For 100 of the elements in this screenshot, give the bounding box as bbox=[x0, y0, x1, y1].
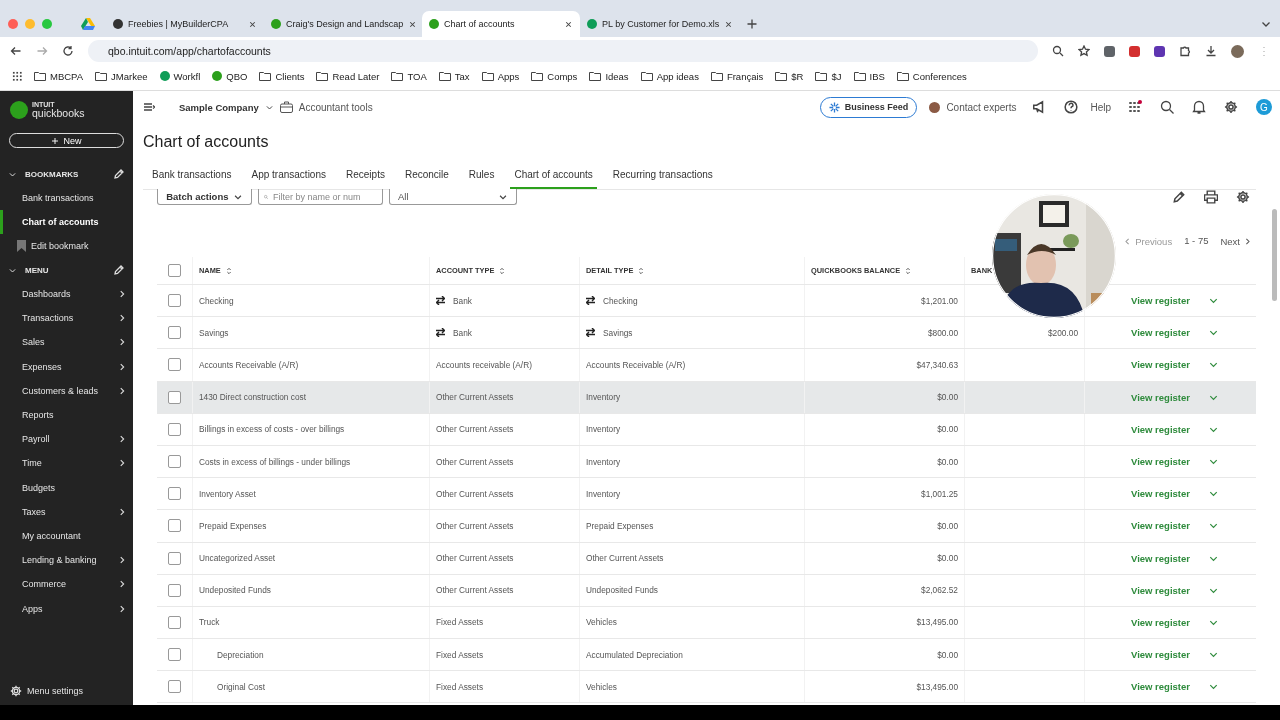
sidebar-item[interactable]: Transactions bbox=[22, 313, 74, 324]
sidebar-item[interactable]: Bank transactions bbox=[0, 186, 133, 210]
address-bar[interactable]: qbo.intuit.com/app/chartofaccounts bbox=[88, 40, 1038, 62]
view-register-link[interactable]: View register bbox=[1131, 520, 1190, 532]
pencil-icon[interactable] bbox=[1172, 190, 1186, 204]
checkbox[interactable] bbox=[168, 487, 181, 501]
close-icon[interactable] bbox=[248, 19, 257, 29]
bookmark[interactable]: Workfl bbox=[159, 70, 201, 82]
page-tab[interactable]: App transactions bbox=[251, 169, 326, 189]
checkbox[interactable] bbox=[168, 358, 181, 372]
next-link[interactable]: Next bbox=[1220, 235, 1252, 247]
bookmark[interactable]: TOA bbox=[391, 70, 427, 82]
bell-icon[interactable] bbox=[1192, 100, 1206, 114]
bookmark[interactable]: Tax bbox=[438, 70, 470, 82]
extension-icon[interactable] bbox=[1104, 45, 1115, 57]
checkbox[interactable] bbox=[168, 264, 181, 277]
browser-tab[interactable]: Freebies | MyBuilderCPA bbox=[106, 11, 264, 37]
sidebar-item[interactable]: My accountant bbox=[22, 530, 81, 541]
help-icon[interactable] bbox=[1064, 100, 1079, 114]
bookmark[interactable]: Ideas bbox=[589, 70, 629, 82]
puzzle-icon[interactable] bbox=[1179, 45, 1191, 57]
bookmark[interactable]: Français bbox=[710, 70, 764, 82]
checkbox[interactable] bbox=[168, 294, 181, 308]
page-tab[interactable]: Rules bbox=[468, 169, 495, 189]
filter-field[interactable]: Filter by name or num bbox=[258, 189, 383, 205]
checkbox[interactable] bbox=[168, 551, 181, 565]
gear-icon[interactable] bbox=[10, 685, 22, 697]
print-icon[interactable] bbox=[1204, 190, 1218, 204]
browser-tab[interactable]: PL by Customer for Demo.xls bbox=[580, 11, 738, 37]
bookmark[interactable]: $J bbox=[815, 70, 842, 82]
accountant-tools-link[interactable]: Accountant tools bbox=[298, 101, 373, 113]
bookmark[interactable]: Clients bbox=[259, 70, 305, 82]
view-register-link[interactable]: View register bbox=[1131, 552, 1190, 564]
bookmark[interactable]: JMarkee bbox=[95, 70, 148, 82]
view-register-link[interactable]: View register bbox=[1131, 359, 1190, 371]
sort-icon[interactable] bbox=[637, 266, 646, 275]
view-register-link[interactable]: View register bbox=[1131, 616, 1190, 628]
sidebar-item[interactable]: Sales bbox=[22, 337, 45, 348]
bookmark[interactable]: $R bbox=[775, 70, 804, 82]
close-icon[interactable] bbox=[724, 19, 734, 29]
apps-grid-icon[interactable] bbox=[1129, 101, 1140, 113]
close-window-button[interactable] bbox=[8, 19, 18, 29]
bookmark[interactable]: IBS bbox=[853, 70, 885, 82]
menu-icon[interactable] bbox=[143, 101, 155, 113]
page-tab[interactable]: Recurring transactions bbox=[612, 169, 713, 189]
back-icon[interactable] bbox=[10, 45, 22, 57]
help-link[interactable]: Help bbox=[1090, 101, 1111, 113]
close-icon[interactable] bbox=[408, 19, 418, 29]
checkbox[interactable] bbox=[168, 615, 181, 629]
sidebar-item[interactable]: Lending & banking bbox=[22, 555, 97, 566]
bookmark[interactable]: QBO bbox=[212, 70, 248, 82]
extension-icon[interactable] bbox=[1154, 45, 1165, 57]
checkbox[interactable] bbox=[168, 422, 181, 436]
checkbox[interactable] bbox=[168, 680, 181, 694]
sidebar-item[interactable]: Taxes bbox=[22, 506, 46, 517]
settings-icon[interactable] bbox=[1224, 100, 1238, 114]
checkbox[interactable] bbox=[168, 583, 181, 597]
settings-icon[interactable] bbox=[1236, 190, 1250, 204]
sort-icon[interactable] bbox=[904, 266, 913, 275]
company-switcher[interactable]: Sample Company bbox=[179, 101, 259, 113]
new-tab-icon[interactable] bbox=[746, 18, 758, 30]
business-feed-button[interactable]: Business Feed bbox=[819, 96, 918, 118]
view-register-link[interactable]: View register bbox=[1131, 456, 1190, 468]
checkbox[interactable] bbox=[168, 390, 181, 404]
view-register-link[interactable]: View register bbox=[1131, 584, 1190, 596]
sidebar-item[interactable]: Apps bbox=[22, 603, 43, 614]
view-register-link[interactable]: View register bbox=[1131, 488, 1190, 500]
bookmark[interactable]: App ideas bbox=[640, 70, 699, 82]
bookmark[interactable]: Comps bbox=[531, 70, 578, 82]
sidebar-item[interactable]: Dashboards bbox=[22, 289, 71, 300]
sidebar-item[interactable]: Time bbox=[22, 458, 42, 469]
view-register-link[interactable]: View register bbox=[1131, 681, 1190, 693]
highlighted-row[interactable]: 1430 Direct construction cost Other Current Assets Inventory $0.00 View register bbox=[157, 381, 1256, 414]
browser-tab[interactable]: Chart of accounts bbox=[422, 11, 580, 37]
star-icon[interactable] bbox=[1078, 45, 1090, 57]
view-register-link[interactable]: View register bbox=[1131, 391, 1190, 403]
profile-avatar[interactable] bbox=[1231, 44, 1244, 58]
sidebar-item[interactable]: Edit bookmark bbox=[31, 241, 89, 251]
view-register-link[interactable]: View register bbox=[1131, 295, 1190, 307]
bookmark[interactable]: Apps bbox=[481, 70, 520, 82]
page-tab[interactable]: Chart of accounts bbox=[510, 169, 597, 189]
extension-icon[interactable] bbox=[1129, 45, 1140, 57]
view-register-link[interactable]: View register bbox=[1131, 327, 1190, 339]
bookmark[interactable]: Conferences bbox=[896, 70, 967, 82]
view-register-link[interactable]: View register bbox=[1131, 423, 1190, 435]
page-tab[interactable]: Bank transactions bbox=[152, 169, 232, 189]
browser-tab[interactable]: Craig's Design and Landscap bbox=[264, 11, 422, 37]
checkbox[interactable] bbox=[168, 455, 181, 469]
sidebar-item[interactable]: Chart of accounts bbox=[0, 210, 133, 234]
sidebar-item[interactable]: Customers & leads bbox=[22, 385, 99, 396]
sidebar-item[interactable]: Commerce bbox=[22, 579, 66, 590]
bookmark[interactable]: MBCPA bbox=[34, 70, 84, 82]
zoom-icon[interactable] bbox=[1052, 45, 1064, 57]
sidebar-item[interactable]: Payroll bbox=[22, 434, 50, 445]
view-register-link[interactable]: View register bbox=[1131, 649, 1190, 661]
batch-actions-dropdown[interactable]: Batch actions bbox=[157, 189, 252, 205]
sidebar-item[interactable]: Expenses bbox=[22, 361, 62, 372]
checkbox[interactable] bbox=[168, 648, 181, 662]
sidebar-item[interactable]: Reports bbox=[22, 410, 54, 421]
download-icon[interactable] bbox=[1205, 45, 1217, 57]
